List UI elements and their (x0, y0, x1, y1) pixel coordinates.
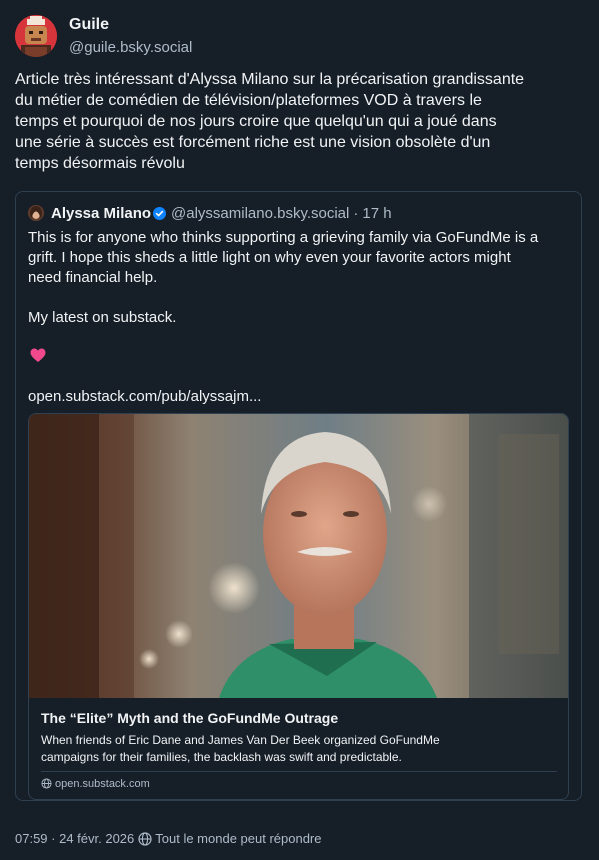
domain-text: open.substack.com (55, 778, 150, 790)
reply-visibility[interactable]: Tout le monde peut répondre (155, 831, 321, 846)
quoted-post-text: This is for anyone who thinks supporting… (28, 228, 573, 328)
post-text-line: temps désormais révolu (15, 155, 185, 172)
quoted-text-line: My latest on substack. (28, 309, 177, 326)
post-text-line: Article très intéressant d'Alyssa Milano… (15, 71, 525, 88)
verified-check-icon (153, 207, 166, 220)
quoted-post-link[interactable]: open.substack.com/pub/alyssajm... (28, 388, 261, 405)
post-text-line: du métier de comédien de télévision/plat… (15, 92, 482, 109)
author-avatar[interactable] (15, 15, 57, 57)
post: Guile @guile.bsky.social Article très in… (0, 0, 599, 860)
author-handle[interactable]: @guile.bsky.social (69, 39, 192, 56)
post-datetime[interactable]: 07:59 · 24 févr. 2026 (15, 831, 134, 846)
quoted-text-line: need financial help. (28, 269, 158, 286)
quoted-author-name[interactable]: Alyssa Milano (51, 205, 151, 222)
link-preview-card[interactable]: The “Elite” Myth and the GoFundMe Outrag… (28, 413, 569, 800)
quoted-text-line: grift. I hope this sheds a little light … (28, 249, 511, 266)
quoted-author-avatar[interactable] (28, 205, 44, 221)
world-icon (138, 832, 152, 846)
author-name[interactable]: Guile (69, 16, 109, 34)
pink-heart-icon (30, 348, 46, 362)
quoted-post-age[interactable]: 17 h (362, 205, 391, 222)
separator: · (353, 205, 359, 222)
link-preview-description: When friends of Eric Dane and James Van … (41, 732, 561, 766)
link-preview-image (29, 414, 568, 698)
post-text-line: une série à succès est forcément riche e… (15, 134, 491, 151)
globe-icon (41, 778, 52, 789)
description-line: When friends of Eric Dane and James Van … (41, 733, 440, 747)
post-meta: 07:59 · 24 févr. 2026 Tout le monde peut … (15, 831, 322, 846)
quoted-post[interactable]: Alyssa Milano @alyssamilano.bsky.social ·… (15, 191, 582, 801)
card-divider (41, 771, 557, 772)
link-preview-domain: open.substack.com (41, 778, 150, 790)
description-line: campaigns for their families, the backla… (41, 750, 402, 764)
quoted-author-handle[interactable]: @alyssamilano.bsky.social (171, 205, 349, 222)
quoted-text-line: This is for anyone who thinks supporting… (28, 229, 539, 246)
post-text-line: temps et pourquoi de nos jours croire qu… (15, 113, 497, 130)
quoted-author-meta: @alyssamilano.bsky.social · 17 h (171, 205, 392, 222)
link-preview-title: The “Elite” Myth and the GoFundMe Outrag… (41, 710, 339, 726)
post-text: Article très intéressant d'Alyssa Milano… (15, 69, 585, 174)
